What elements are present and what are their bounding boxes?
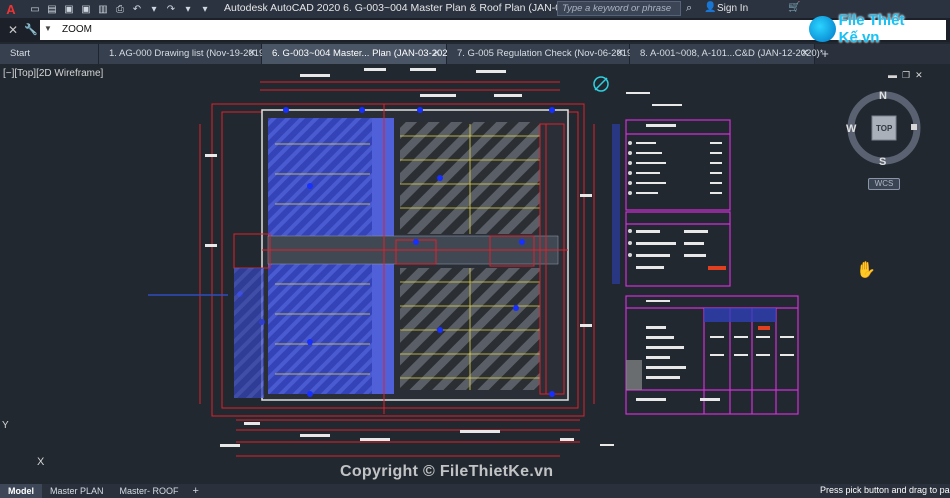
app-letter: A: [6, 1, 16, 17]
viewcube-top-face[interactable]: TOP: [876, 124, 892, 133]
ratio-hatch: [626, 360, 642, 390]
tab-regulation-check[interactable]: 7. G-005 Regulation Check (Nov-06-2019)*…: [447, 44, 639, 64]
viewcube-east-marker: [911, 124, 917, 130]
quick-access-toolbar: ▭ ▤ ▣ ▣ ▥ ⎙ ↶ ▾ ↷ ▾ ▾: [28, 3, 212, 15]
status-message: Press pick button and drag to pan.: [820, 485, 950, 495]
layout-tab-model[interactable]: Model: [0, 484, 42, 498]
restore-icon[interactable]: ❐: [902, 70, 910, 81]
logo-text: File Thiết Kế.vn: [838, 12, 905, 46]
legend-side-bar: [612, 124, 620, 284]
minimize-icon[interactable]: ▬: [888, 70, 897, 81]
ratio-header-fill: [704, 308, 776, 322]
close-icon[interactable]: ✕: [915, 70, 923, 81]
ratio-red-swatch: [758, 326, 770, 330]
parking-area-sw: [268, 264, 372, 394]
print-icon[interactable]: ⎙: [113, 3, 127, 15]
tab-drawing-list[interactable]: 1. AG-000 Drawing list (Nov-19-2019) ✕: [99, 44, 267, 64]
ucs-x-label: X: [37, 456, 45, 468]
parking-area-nw: [268, 118, 372, 236]
drawing-canvas[interactable]: [−][Top][2D Wireframe] ▬ ❐ ✕ N S W TOP W…: [0, 64, 950, 484]
logo-mark-icon: [809, 16, 836, 42]
tab-label: 6. G-003~004 Master... Plan (JAN-03-2020…: [272, 48, 460, 59]
tab-a001-a101[interactable]: 8. A-001~008, A-101...C&D (JAN-12-2020)*…: [630, 44, 824, 64]
faint-annotation: [148, 294, 228, 296]
redo-icon[interactable]: ↷: [164, 3, 178, 15]
chevron-down-icon[interactable]: ▼: [44, 24, 52, 33]
web-mobile-icon[interactable]: ▥: [96, 3, 110, 15]
open-folder-icon[interactable]: ▤: [45, 3, 59, 15]
tab-label: 7. G-005 Regulation Check (Nov-06-2019)*: [457, 48, 640, 59]
close-icon[interactable]: ✕: [8, 23, 18, 37]
close-icon[interactable]: ✕: [616, 44, 624, 64]
tab-label: 1. AG-000 Drawing list (Nov-19-2019): [109, 48, 268, 59]
undo-icon[interactable]: ↶: [130, 3, 144, 15]
close-icon[interactable]: ✕: [433, 44, 441, 64]
cad-drawing: [148, 68, 921, 457]
filethietke-logo: File Thiết Kế.vn: [809, 12, 944, 46]
copyright-watermark: Copyright © FileThietKe.vn: [340, 463, 554, 480]
add-layout-button[interactable]: +: [187, 485, 205, 497]
close-icon[interactable]: ✕: [801, 44, 809, 64]
save-as-icon[interactable]: ▣: [79, 3, 93, 15]
legend-red-swatch: [708, 266, 726, 270]
cart-icon[interactable]: 🛒: [788, 2, 800, 13]
new-file-icon[interactable]: ▭: [28, 3, 42, 15]
wrench-icon[interactable]: 🔧: [24, 23, 38, 36]
tab-start[interactable]: Start: [0, 44, 99, 64]
building-area-table: [625, 119, 731, 287]
layout-tab-master-roof[interactable]: Master- ROOF: [112, 484, 187, 498]
command-line-bar: ✕ 🔧 ZOOM ▼: [0, 18, 950, 42]
redo-dropdown-icon[interactable]: ▾: [181, 3, 195, 15]
file-tab-bar: Start 1. AG-000 Drawing list (Nov-19-201…: [0, 44, 950, 64]
viewport-label[interactable]: [−][Top][2D Wireframe]: [3, 68, 103, 79]
close-icon[interactable]: ✕: [248, 44, 256, 64]
sign-in-link[interactable]: Sign In: [717, 3, 748, 14]
title-bar: A ▭ ▤ ▣ ▣ ▥ ⎙ ↶ ▾ ↷ ▾ ▾ Autodesk AutoCAD…: [0, 0, 950, 18]
workspace-icon[interactable]: ▾: [198, 3, 212, 15]
legend-rows: [626, 92, 722, 269]
tab-label: 8. A-001~008, A-101...C&D (JAN-12-2020)*: [640, 48, 824, 59]
help-search-input[interactable]: Type a keyword or phrase: [557, 1, 681, 16]
wcs-menu[interactable]: WCS: [868, 178, 900, 190]
viewport-controls: ▬ ❐ ✕: [888, 70, 923, 81]
viewcube-south[interactable]: S: [879, 156, 886, 168]
north-arrow-icon: [593, 76, 609, 92]
autocad-logo-icon[interactable]: A: [0, 0, 22, 18]
search-icon[interactable]: ⌕: [686, 2, 692, 15]
viewcube-west[interactable]: W: [846, 123, 856, 135]
left-blue-band: [234, 268, 264, 398]
layout-tab-master-plan[interactable]: Master PLAN: [42, 484, 112, 498]
undo-dropdown-icon[interactable]: ▾: [147, 3, 161, 15]
ucs-y-label: Y: [2, 420, 9, 431]
save-icon[interactable]: ▣: [62, 3, 76, 15]
legend-circles: [628, 141, 632, 257]
layout-tab-bar: Model Master PLAN Master- ROOF + Press p…: [0, 484, 950, 498]
pan-hand-icon: ✋: [856, 262, 876, 279]
tab-master-plan[interactable]: 6. G-003~004 Master... Plan (JAN-03-2020…: [262, 44, 460, 64]
viewcube-north[interactable]: N: [879, 90, 887, 102]
tab-label: Start: [10, 48, 31, 59]
user-icon[interactable]: 👤: [704, 2, 716, 13]
